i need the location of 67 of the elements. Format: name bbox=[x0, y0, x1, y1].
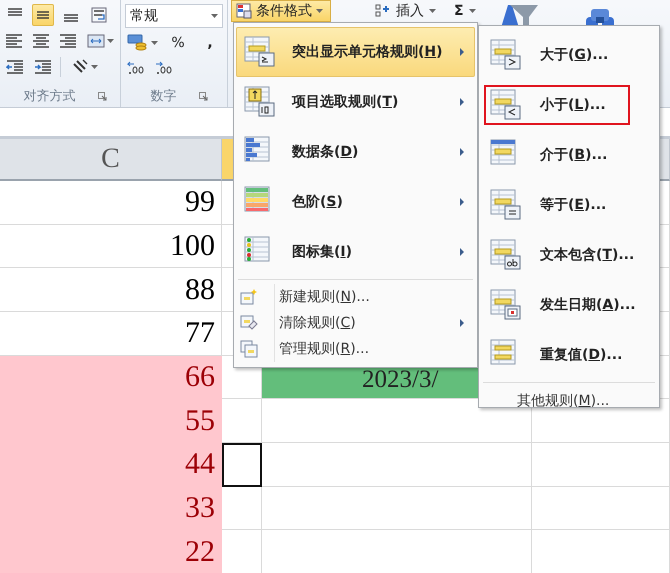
menu-item[interactable]: 文本包含(T)... bbox=[481, 230, 657, 280]
calendar-icon bbox=[490, 289, 522, 321]
table-cell[interactable] bbox=[222, 443, 262, 487]
menu-item[interactable]: 突出显示单元格规则(H) bbox=[236, 27, 475, 77]
column-header[interactable]: C bbox=[0, 139, 222, 181]
menu-item[interactable]: 数据条(D) bbox=[236, 127, 475, 177]
conditional-format-button[interactable]: 条件格式 bbox=[231, 0, 331, 22]
menu-item[interactable]: 图标集(I) bbox=[236, 227, 475, 277]
table-cell: 99 bbox=[0, 181, 222, 225]
table-cell: 22 bbox=[0, 530, 222, 573]
dialog-launcher-icon bbox=[98, 92, 106, 100]
caret-icon bbox=[429, 9, 436, 13]
menu-item[interactable]: 大于(G)... bbox=[481, 30, 657, 80]
menu-item[interactable]: 色阶(S) bbox=[236, 177, 475, 227]
greater-than-icon bbox=[490, 39, 522, 71]
caret-icon bbox=[90, 65, 98, 69]
table-cell: 88 bbox=[0, 268, 222, 312]
increase-indent-icon bbox=[34, 58, 52, 76]
equal-to-icon bbox=[490, 189, 522, 221]
sort-filter-icon bbox=[500, 5, 538, 25]
menu-item[interactable]: 项目选取规则(T) bbox=[236, 77, 475, 127]
number-format-dropdown[interactable]: 常规 bbox=[125, 4, 223, 28]
align-right-icon bbox=[58, 32, 77, 50]
bottom-align-icon bbox=[62, 14, 80, 22]
dialog-launcher-icon bbox=[198, 92, 208, 100]
table-cell: 44 bbox=[0, 443, 222, 487]
percent-button[interactable]: % bbox=[165, 32, 191, 54]
insert-button[interactable]: 插入 bbox=[375, 0, 436, 22]
caret-icon bbox=[316, 9, 323, 13]
less-than-icon bbox=[490, 89, 522, 121]
menu-item[interactable]: 小于(L)... bbox=[481, 80, 657, 130]
menu-item[interactable]: 等于(E)... bbox=[481, 180, 657, 230]
table-cell[interactable] bbox=[222, 399, 262, 443]
group-label: 数字 bbox=[150, 88, 176, 105]
money-icon bbox=[126, 34, 148, 52]
autosum-button[interactable]: Σ bbox=[454, 0, 476, 22]
top-bottom-rules-icon bbox=[244, 86, 276, 118]
menu-item[interactable]: 清除规则(C) bbox=[236, 310, 475, 336]
table-cell: 100 bbox=[0, 224, 222, 268]
top-align-icon bbox=[6, 8, 24, 16]
merge-cells-icon bbox=[86, 32, 105, 50]
highlight-rules-icon bbox=[244, 36, 276, 68]
menu-item[interactable]: 介于(B)... bbox=[481, 130, 657, 180]
table-cell: 33 bbox=[0, 486, 222, 530]
comma-style-button[interactable]: , bbox=[197, 32, 223, 54]
caret-icon bbox=[468, 9, 476, 13]
conditional-format-icon bbox=[236, 3, 252, 19]
text-contains-icon bbox=[490, 239, 522, 271]
manage-rules-icon bbox=[240, 340, 258, 358]
eraser-icon bbox=[240, 314, 258, 332]
middle-align-icon bbox=[34, 11, 52, 19]
middle-align-button[interactable] bbox=[32, 4, 54, 26]
table-cell: 55 bbox=[0, 399, 222, 443]
table-cell: 66 bbox=[0, 356, 222, 400]
decrease-indent-icon bbox=[6, 58, 24, 76]
caret-icon bbox=[106, 39, 114, 43]
wrap-text-icon bbox=[90, 6, 108, 24]
align-left-icon bbox=[5, 32, 24, 50]
new-rule-icon bbox=[240, 288, 258, 306]
caret-icon bbox=[211, 14, 218, 18]
menu-item[interactable]: 新建规则(N)... bbox=[236, 284, 475, 310]
insert-cells-icon bbox=[375, 3, 391, 19]
align-center-icon bbox=[32, 32, 50, 50]
group-label: 对齐方式 bbox=[24, 88, 76, 105]
menu-item[interactable]: 发生日期(A)... bbox=[481, 280, 657, 330]
table-cell[interactable] bbox=[222, 486, 262, 530]
caret-icon bbox=[150, 41, 158, 45]
